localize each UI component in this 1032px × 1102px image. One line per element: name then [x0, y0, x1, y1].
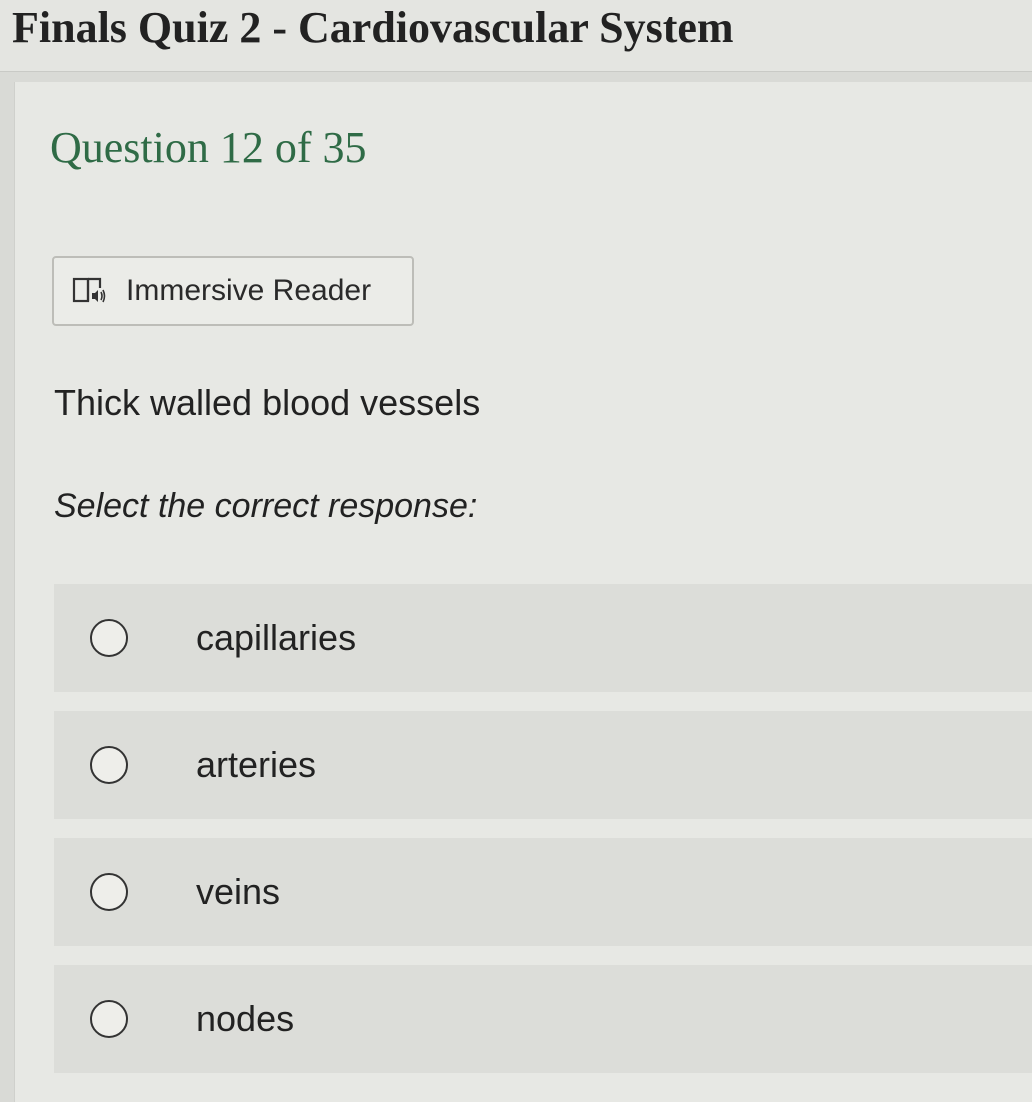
radio-unchecked-icon[interactable] [90, 746, 128, 784]
quiz-title: Finals Quiz 2 - Cardiovascular System [12, 3, 734, 52]
answer-option-capillaries[interactable]: capillaries [54, 584, 1032, 692]
answer-option-label: nodes [196, 998, 295, 1039]
answer-options: capillaries arteries veins nodes [54, 584, 1032, 1092]
answer-option-veins[interactable]: veins [54, 838, 1032, 946]
immersive-reader-icon [72, 276, 108, 306]
quiz-header: Finals Quiz 2 - Cardiovascular System [0, 0, 1032, 72]
answer-option-nodes[interactable]: nodes [54, 965, 1032, 1073]
answer-option-arteries[interactable]: arteries [54, 711, 1032, 819]
radio-unchecked-icon[interactable] [90, 1000, 128, 1038]
radio-unchecked-icon[interactable] [90, 873, 128, 911]
question-heading: Question 12 of 35 [50, 123, 367, 172]
immersive-reader-label: Immersive Reader [126, 274, 372, 307]
response-instruction: Select the correct response: [54, 487, 478, 525]
radio-unchecked-icon[interactable] [90, 619, 128, 657]
immersive-reader-button[interactable]: Immersive Reader [52, 256, 414, 326]
answer-option-label: veins [196, 871, 281, 912]
answer-option-label: arteries [196, 744, 317, 785]
question-text: Thick walled blood vessels [54, 382, 481, 423]
answer-option-label: capillaries [196, 617, 357, 658]
